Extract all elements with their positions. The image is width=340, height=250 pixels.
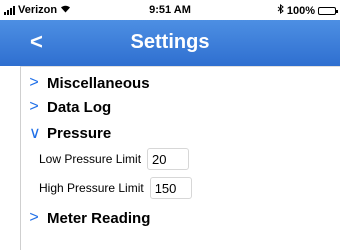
page-title: Settings bbox=[130, 31, 210, 53]
section-miscellaneous[interactable]: > Miscellaneous bbox=[29, 74, 150, 92]
chevron-right-icon: > bbox=[29, 98, 39, 115]
chevron-right-icon: > bbox=[29, 209, 39, 226]
low-pressure-label: Low Pressure Limit bbox=[39, 152, 142, 166]
high-pressure-input[interactable]: 150 bbox=[149, 177, 192, 199]
low-pressure-input[interactable]: 20 bbox=[147, 148, 190, 170]
navigation-bar: < Settings bbox=[0, 20, 340, 66]
high-pressure-row: High Pressure Limit 150 bbox=[39, 177, 192, 199]
bluetooth-icon bbox=[277, 3, 284, 17]
chevron-down-icon: ∨ bbox=[29, 125, 41, 142]
battery-percent: 100% bbox=[286, 4, 315, 17]
section-pressure[interactable]: ∨ Pressure bbox=[29, 123, 111, 143]
high-pressure-label: High Pressure Limit bbox=[39, 181, 144, 195]
section-label: Pressure bbox=[47, 124, 112, 142]
section-data-log[interactable]: > Data Log bbox=[29, 98, 111, 116]
section-label: Data Log bbox=[47, 98, 112, 116]
section-label: Meter Reading bbox=[47, 209, 151, 227]
section-label: Miscellaneous bbox=[47, 74, 150, 92]
battery-icon bbox=[318, 6, 338, 15]
section-meter-reading[interactable]: > Meter Reading bbox=[29, 209, 150, 227]
chevron-right-icon: > bbox=[29, 74, 39, 91]
status-bar: Verizon 9:51 AM 100% bbox=[0, 0, 340, 20]
status-right: 100% bbox=[277, 3, 338, 17]
low-pressure-row: Low Pressure Limit 20 bbox=[39, 148, 190, 170]
settings-list: > Miscellaneous > Data Log ∨ Pressure Lo… bbox=[20, 66, 340, 250]
